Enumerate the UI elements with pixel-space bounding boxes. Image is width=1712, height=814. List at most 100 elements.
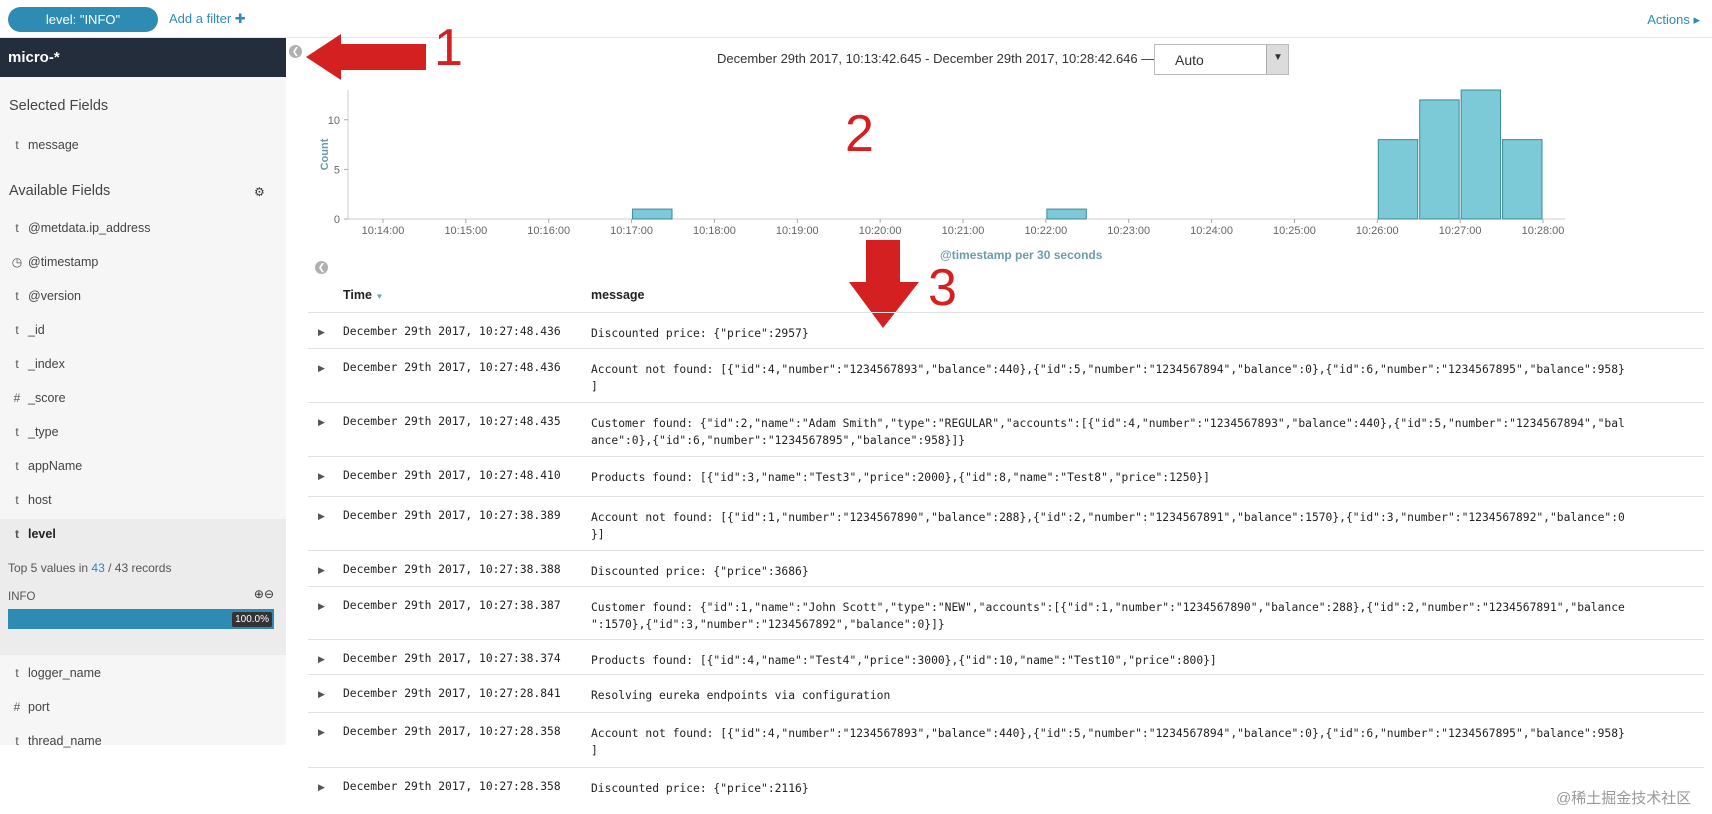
sort-arrow-icon[interactable]: ▼	[375, 292, 383, 301]
selected-field-message[interactable]: t message	[0, 130, 286, 160]
collapse-chart-button[interactable]: ❮	[315, 261, 328, 274]
x-tick-label: 10:28:00	[1522, 225, 1565, 237]
field-name: _score	[28, 391, 66, 405]
row-time: December 29th 2017, 10:27:48.436	[343, 361, 561, 374]
index-pattern-header[interactable]: micro-*	[0, 38, 286, 77]
collapse-sidebar-button[interactable]: ❮	[289, 45, 302, 58]
field-appname[interactable]: t appName	[0, 451, 286, 481]
column-header-message[interactable]: message	[591, 288, 645, 302]
expand-row-icon[interactable]: ▶	[318, 654, 325, 665]
table-row[interactable]: ▶ December 29th 2017, 10:27:38.387 Custome…	[308, 586, 1704, 639]
table-row[interactable]: ▶ December 29th 2017, 10:27:28.841 Resolvi…	[308, 674, 1704, 712]
column-header-time[interactable]: Time ▼	[343, 288, 383, 302]
table-row[interactable]: ▶ December 29th 2017, 10:27:48.436 Discoun…	[308, 312, 1704, 348]
gear-icon[interactable]: ⚙	[254, 185, 265, 199]
histogram-bar	[1460, 89, 1502, 220]
field-name: message	[28, 138, 79, 152]
expand-row-icon[interactable]: ▶	[318, 417, 325, 428]
row-time: December 29th 2017, 10:27:28.358	[343, 780, 561, 793]
field-name: @version	[28, 289, 81, 303]
table-row[interactable]: ▶ December 29th 2017, 10:27:28.358 Discoun…	[308, 767, 1704, 807]
y-tick-label: 0	[334, 214, 340, 226]
row-message: Account not found: [{"id":4,"number":"12…	[591, 363, 1625, 393]
row-message: Discounted price: {"price":3686}	[591, 565, 809, 578]
selected-fields-title: Selected Fields	[9, 98, 109, 114]
row-message: Customer found: {"id":2,"name":"Adam Smi…	[591, 417, 1625, 447]
percent-label: 100.0%	[232, 612, 272, 627]
table-row[interactable]: ▶ December 29th 2017, 10:27:48.435 Custome…	[308, 402, 1704, 456]
actions-link[interactable]: Actions ▸	[1647, 12, 1700, 28]
annotation-number-3: 3	[928, 259, 957, 317]
found-count: 43	[91, 561, 105, 575]
field-level[interactable]: t level	[0, 519, 286, 549]
table-row[interactable]: ▶ December 29th 2017, 10:27:38.389 Account…	[308, 496, 1704, 550]
add-filter-link[interactable]: Add a filter ✚	[169, 11, 246, 27]
time-range-label[interactable]: December 29th 2017, 10:13:42.645 - Decem…	[717, 51, 1154, 66]
field-logger-name[interactable]: t logger_name	[0, 658, 286, 688]
annotation-arrow-1	[306, 34, 426, 80]
field-type-icon: t	[15, 493, 19, 507]
expand-row-icon[interactable]: ▶	[318, 601, 325, 612]
field-name: port	[28, 700, 50, 714]
value-percent-bar: 100.0%	[8, 609, 274, 629]
histogram-chart: 0 5 10 Count 10:14:00 10:15:00 10:16:00 10:17:0…	[319, 89, 1565, 237]
histogram-bar	[1377, 139, 1419, 220]
row-message: Customer found: {"id":1,"name":"John Sco…	[591, 601, 1625, 631]
level-field-details: Top 5 values in 43 / 43 records INFO ⊕⊖ …	[0, 547, 286, 655]
x-tick-label: 10:27:00	[1439, 225, 1482, 237]
x-tick-label: 10:23:00	[1107, 225, 1150, 237]
interval-select[interactable]: Auto ▼	[1154, 44, 1289, 75]
top-values-summary: Top 5 values in 43 / 43 records	[8, 561, 172, 575]
field-metdata-ip-address[interactable]: t @metdata.ip_address	[0, 213, 286, 243]
x-axis-title: @timestamp per 30 seconds	[940, 248, 1103, 262]
table-row[interactable]: ▶ December 29th 2017, 10:27:38.388 Discoun…	[308, 550, 1704, 586]
expand-row-icon[interactable]: ▶	[318, 727, 325, 738]
dropdown-button[interactable]: ▼	[1266, 45, 1288, 74]
annotation-number-1: 1	[434, 19, 463, 77]
field-host[interactable]: t host	[0, 485, 286, 515]
table-row[interactable]: ▶ December 29th 2017, 10:27:48.436 Account…	[308, 348, 1704, 402]
expand-row-icon[interactable]: ▶	[318, 471, 325, 482]
field-version[interactable]: t @version	[0, 281, 286, 311]
histogram-bar	[1046, 208, 1087, 220]
expand-row-icon[interactable]: ▶	[318, 511, 325, 522]
expand-row-icon[interactable]: ▶	[318, 565, 325, 576]
histogram-bar	[1419, 99, 1460, 220]
field-score[interactable]: # _score	[0, 383, 286, 413]
field-index[interactable]: t _index	[0, 349, 286, 379]
field-timestamp[interactable]: ◷ @timestamp	[0, 247, 286, 277]
table-row[interactable]: ▶ December 29th 2017, 10:27:48.410 Product…	[308, 456, 1704, 496]
field-name: host	[28, 493, 52, 507]
expand-row-icon[interactable]: ▶	[318, 782, 325, 793]
row-message: Account not found: [{"id":1,"number":"12…	[591, 511, 1625, 541]
zoom-out-icon[interactable]: ⊖	[264, 587, 274, 601]
histogram-bar	[1502, 139, 1543, 220]
expand-row-icon[interactable]: ▶	[318, 689, 325, 700]
field-type-icon: t	[15, 666, 19, 680]
watermark: @稀土掘金技术社区	[1556, 790, 1692, 807]
level-filter-pill[interactable]: level: "INFO"	[8, 7, 158, 32]
field-type-icon: t	[15, 323, 19, 337]
field-type[interactable]: t _type	[0, 417, 286, 447]
x-tick-label: 10:25:00	[1273, 225, 1316, 237]
field-port[interactable]: # port	[0, 692, 286, 722]
chevron-down-icon: ▼	[1273, 52, 1283, 63]
row-message: Discounted price: {"price":2116}	[591, 782, 809, 795]
row-time: December 29th 2017, 10:27:48.436	[343, 325, 561, 338]
field-type-icon: t	[15, 459, 19, 473]
expand-row-icon[interactable]: ▶	[318, 363, 325, 374]
annotation-number-2: 2	[845, 105, 874, 163]
row-message: Products found: [{"id":4,"name":"Test4",…	[591, 654, 1217, 667]
x-tick-label: 10:14:00	[362, 225, 405, 237]
field-type-icon: t	[15, 221, 19, 235]
table-row[interactable]: ▶ December 29th 2017, 10:27:38.374 Product…	[308, 639, 1704, 674]
field-thread-name[interactable]: t thread_name	[0, 726, 286, 748]
field-id[interactable]: t _id	[0, 315, 286, 345]
row-message: Account not found: [{"id":4,"number":"12…	[591, 727, 1625, 757]
row-time: December 29th 2017, 10:27:38.374	[343, 652, 561, 665]
expand-row-icon[interactable]: ▶	[318, 327, 325, 338]
field-type-icon: t	[15, 357, 19, 371]
table-row[interactable]: ▶ December 29th 2017, 10:27:28.358 Account…	[308, 712, 1704, 767]
y-tick-label: 10	[328, 115, 340, 127]
zoom-in-icon[interactable]: ⊕	[254, 587, 264, 601]
